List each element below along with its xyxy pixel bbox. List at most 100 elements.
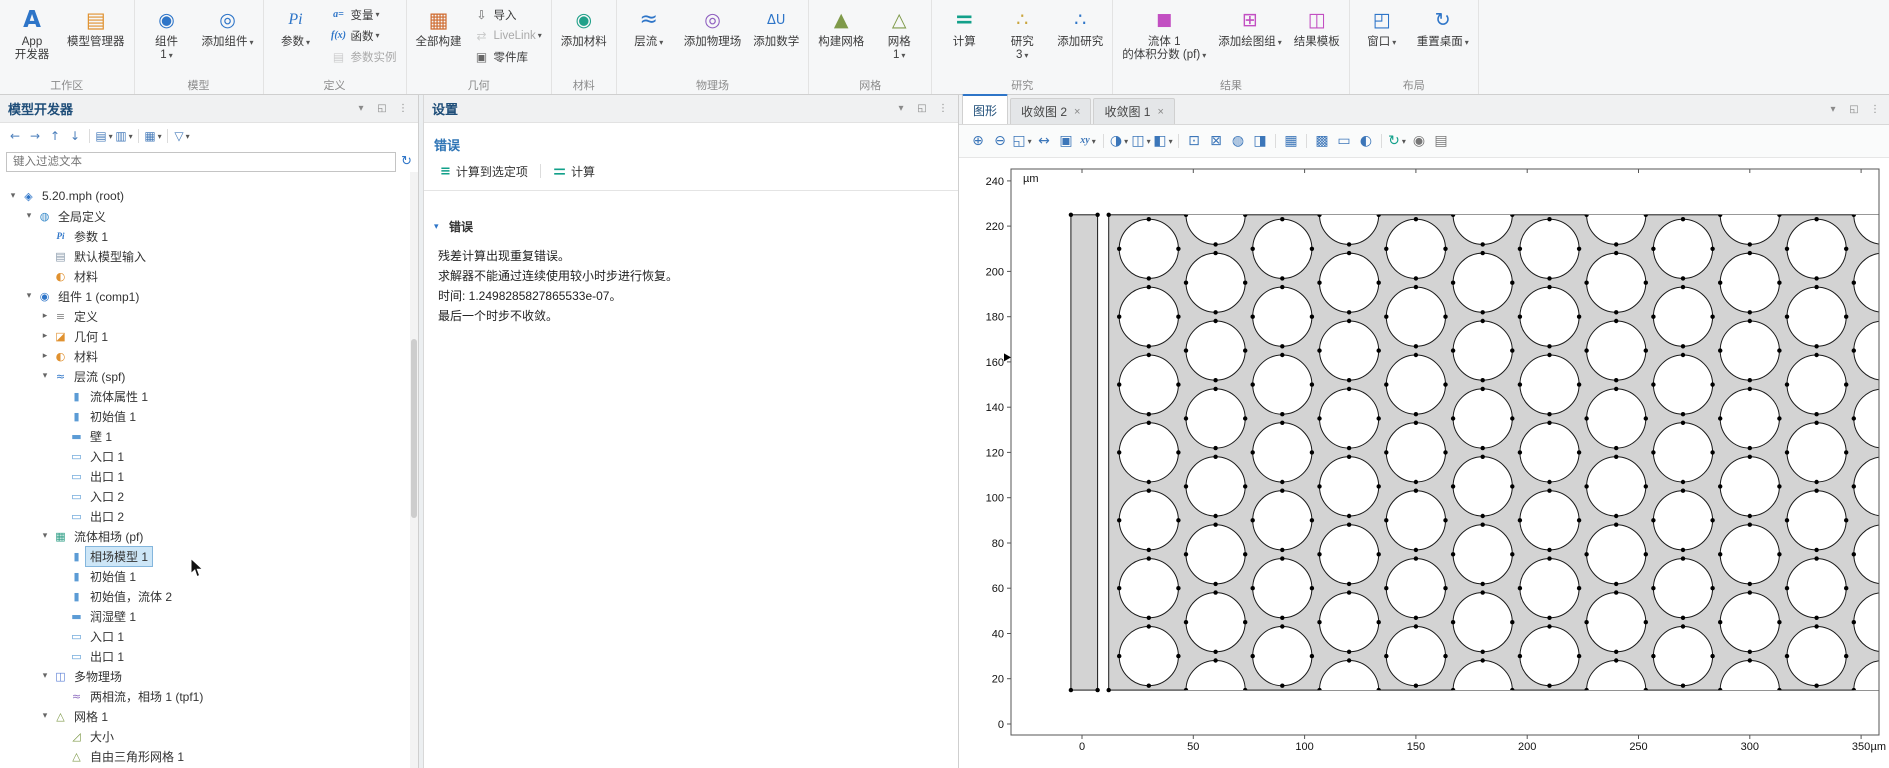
node-filter-button[interactable]: ▽▾ bbox=[172, 126, 192, 146]
view-axes-button[interactable]: xy▾ bbox=[1077, 130, 1099, 152]
zoom-in-button[interactable]: ⊕ bbox=[967, 130, 989, 152]
compute-to-selected-button[interactable]: ≡计算到选定项 bbox=[434, 160, 534, 182]
close-icon[interactable]: × bbox=[1157, 106, 1163, 118]
ribbon-button[interactable]: ≈层流▾ bbox=[621, 2, 677, 51]
tree-item[interactable]: Pi参数 1 bbox=[0, 226, 410, 246]
ribbon-button[interactable]: ⊞添加绘图组▾ bbox=[1213, 2, 1287, 51]
tree-item[interactable]: ◐材料 bbox=[0, 266, 410, 286]
expander-icon[interactable]: ▾ bbox=[38, 371, 52, 381]
print-button[interactable]: ▤ bbox=[1430, 130, 1452, 152]
ribbon-button[interactable]: ∴研究3▾ bbox=[994, 2, 1050, 64]
tree-item[interactable]: ▾◍全局定义 bbox=[0, 206, 410, 226]
tree-item[interactable]: ▾▦流体相场 (pf) bbox=[0, 526, 410, 546]
tree-item[interactable]: ▾◈5.20.mph (root) bbox=[0, 186, 410, 206]
menu-button[interactable]: ⋮ bbox=[396, 103, 410, 114]
snapshot-button[interactable]: ◉ bbox=[1408, 130, 1430, 152]
expand-all-button[interactable]: ▥▾ bbox=[114, 126, 134, 146]
tree-item[interactable]: ▮相场模型 1 bbox=[0, 546, 410, 566]
zoom-box-button[interactable]: ◱▾ bbox=[1011, 130, 1033, 152]
menu-button[interactable]: ⋮ bbox=[1868, 104, 1882, 115]
tree-item[interactable]: ▭出口 1 bbox=[0, 646, 410, 666]
image-layers-button[interactable]: ◫▾ bbox=[1130, 130, 1152, 152]
error-section-header[interactable]: ▾ 错误 bbox=[434, 218, 948, 235]
ribbon-button[interactable]: ▲构建网格 bbox=[813, 2, 869, 51]
show-columns-button[interactable]: ▦▾ bbox=[143, 126, 163, 146]
move-up-button[interactable]: ↑ bbox=[45, 126, 65, 146]
ribbon-button[interactable]: ◎添加物理场 bbox=[679, 2, 747, 51]
compute-button[interactable]: =计算 bbox=[547, 160, 601, 182]
ribbon-button[interactable]: ▤模型管理器 bbox=[62, 2, 130, 51]
expander-icon[interactable]: ▾ bbox=[38, 531, 52, 541]
collapse-all-button[interactable]: ▤▾ bbox=[94, 126, 114, 146]
tree-item[interactable]: ▬润湿壁 1 bbox=[0, 606, 410, 626]
scene-light-button[interactable]: ◐ bbox=[1355, 130, 1377, 152]
color-scheme-button[interactable]: ◧▾ bbox=[1152, 130, 1174, 152]
ribbon-button[interactable]: ◫结果模板 bbox=[1289, 2, 1345, 51]
tree-item[interactable]: △自由三角形网格 1 bbox=[0, 746, 410, 766]
tree-item[interactable]: ◿大小 bbox=[0, 726, 410, 746]
expander-icon[interactable]: ▸ bbox=[38, 311, 52, 321]
ribbon-button[interactable]: △网格1▾ bbox=[871, 2, 927, 64]
zoom-out-button[interactable]: ⊖ bbox=[989, 130, 1011, 152]
refresh-icon[interactable]: ↻ bbox=[401, 155, 412, 168]
scrollbar-thumb[interactable] bbox=[411, 339, 417, 518]
nav-back-button[interactable]: ← bbox=[5, 126, 25, 146]
ribbon-button[interactable]: ⇄LiveLink▾ bbox=[469, 25, 547, 46]
pan-button[interactable]: ↔ bbox=[1033, 130, 1055, 152]
select-button[interactable]: ⊡ bbox=[1183, 130, 1205, 152]
tree-scrollbar[interactable] bbox=[410, 172, 418, 768]
ribbon-button[interactable]: AApp开发器 bbox=[4, 2, 60, 64]
ribbon-button[interactable]: ▦全部构建 bbox=[411, 2, 467, 51]
move-down-button[interactable]: ↓ bbox=[65, 126, 85, 146]
tree-item[interactable]: ▮初始值，流体 2 bbox=[0, 586, 410, 606]
nav-forward-button[interactable]: → bbox=[25, 126, 45, 146]
expander-icon[interactable]: ▾ bbox=[22, 211, 36, 221]
ribbon-button[interactable]: ◎添加组件▾ bbox=[197, 2, 259, 51]
collapse-button[interactable]: ▾ bbox=[894, 103, 908, 114]
expander-icon[interactable]: ▸ bbox=[38, 351, 52, 361]
collapse-button[interactable]: ▾ bbox=[354, 103, 368, 114]
ribbon-button[interactable]: ◉组件1▾ bbox=[139, 2, 195, 64]
ribbon-button[interactable]: ◉添加材料 bbox=[556, 2, 612, 51]
tree-item[interactable]: ▾◫多物理场 bbox=[0, 666, 410, 686]
show-grid-button[interactable]: ▩ bbox=[1311, 130, 1333, 152]
tree-item[interactable]: ▸◪几何 1 bbox=[0, 326, 410, 346]
plot-canvas[interactable]: 0501001502002503003500204060801001201401… bbox=[959, 158, 1889, 768]
filter-input[interactable] bbox=[6, 152, 396, 172]
ribbon-button[interactable]: Pi参数▾ bbox=[268, 2, 324, 51]
ribbon-button[interactable]: ◰窗口▾ bbox=[1354, 2, 1410, 51]
show-labels-button[interactable]: ▭ bbox=[1333, 130, 1355, 152]
expander-icon[interactable]: ▸ bbox=[38, 331, 52, 341]
expander-icon[interactable]: ▾ bbox=[38, 711, 52, 721]
tree-item[interactable]: ▾◉组件 1 (comp1) bbox=[0, 286, 410, 306]
tree-item[interactable]: ▮初始值 1 bbox=[0, 566, 410, 586]
tree-item[interactable]: ▤默认模型输入 bbox=[0, 246, 410, 266]
ribbon-button[interactable]: ↻重置桌面▾ bbox=[1412, 2, 1474, 51]
expander-icon[interactable]: ▾ bbox=[6, 191, 20, 201]
tree-item[interactable]: ▭出口 2 bbox=[0, 506, 410, 526]
tree-item[interactable]: ▮初始值 1 bbox=[0, 406, 410, 426]
collapse-button[interactable]: ▾ bbox=[1826, 104, 1840, 115]
tree-item[interactable]: ▮流体属性 1 bbox=[0, 386, 410, 406]
tree-item[interactable]: ▸≡定义 bbox=[0, 306, 410, 326]
ribbon-button[interactable]: ΔU添加数学 bbox=[748, 2, 804, 51]
plot-refresh-button[interactable]: ↻▾ bbox=[1386, 130, 1408, 152]
graphics-tab[interactable]: 收敛图 2× bbox=[1010, 98, 1091, 124]
ribbon-button[interactable]: a=变量▾ bbox=[326, 4, 402, 25]
menu-button[interactable]: ⋮ bbox=[936, 103, 950, 114]
tree-item[interactable]: ▭出口 1 bbox=[0, 466, 410, 486]
expander-icon[interactable]: ▾ bbox=[38, 671, 52, 681]
graphics-tab[interactable]: 收敛图 1× bbox=[1093, 98, 1174, 124]
ribbon-button[interactable]: ⇩导入 bbox=[469, 4, 547, 25]
float-button[interactable]: ◱ bbox=[1847, 104, 1861, 115]
transparency-button[interactable]: ◍ bbox=[1227, 130, 1249, 152]
close-icon[interactable]: × bbox=[1074, 106, 1080, 118]
ribbon-button[interactable]: f(x)函数▾ bbox=[326, 25, 402, 46]
tree-item[interactable]: ▾△网格 1 bbox=[0, 706, 410, 726]
show-mesh-button[interactable]: ▦ bbox=[1280, 130, 1302, 152]
tree-item[interactable]: ▾≈层流 (spf) bbox=[0, 366, 410, 386]
appearance-button[interactable]: ◑▾ bbox=[1108, 130, 1130, 152]
ribbon-button[interactable]: =计算 bbox=[936, 2, 992, 51]
expander-icon[interactable]: ▾ bbox=[22, 291, 36, 301]
tree-item[interactable]: ▭入口 2 bbox=[0, 486, 410, 506]
